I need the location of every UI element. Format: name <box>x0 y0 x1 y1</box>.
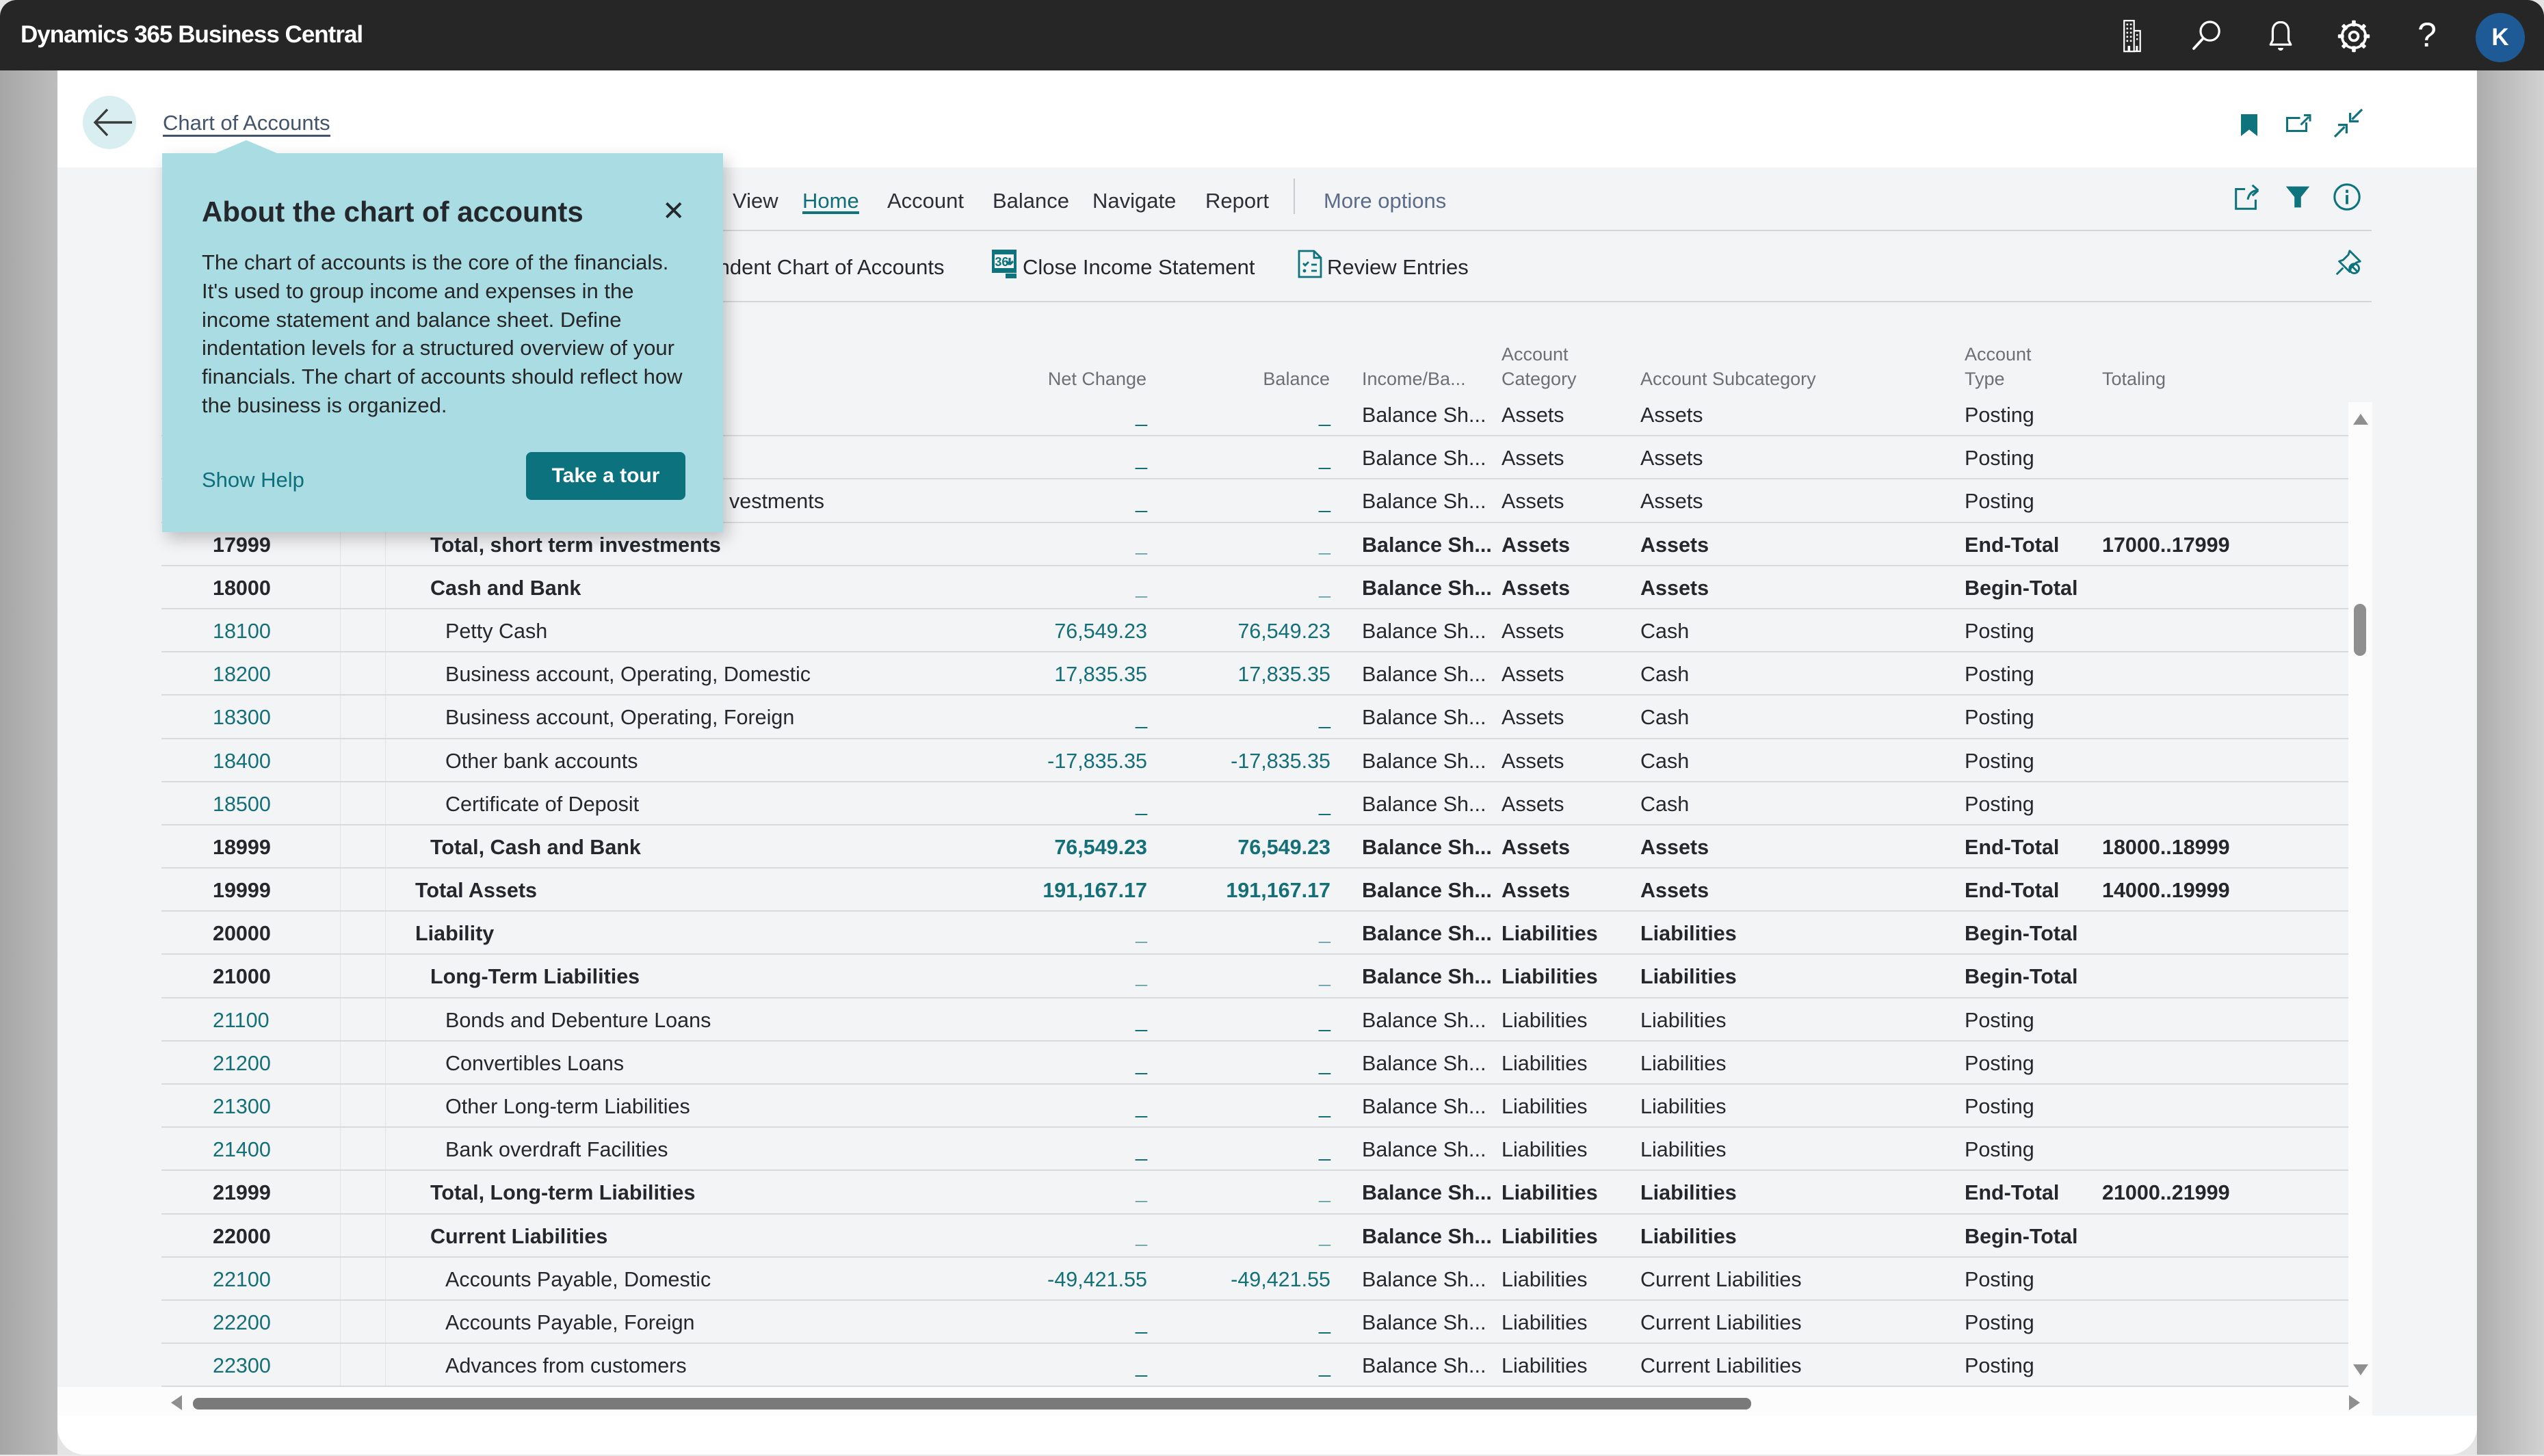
svg-text:?: ? <box>2417 16 2437 54</box>
